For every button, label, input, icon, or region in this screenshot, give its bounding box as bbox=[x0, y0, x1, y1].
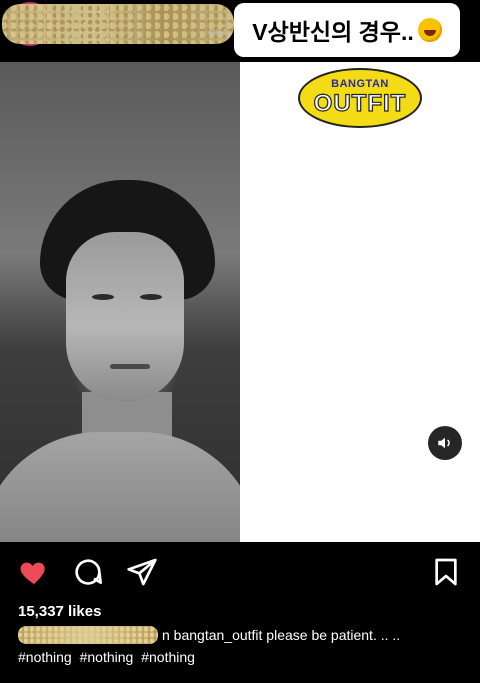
bookmark-icon bbox=[435, 558, 457, 586]
like-button[interactable] bbox=[18, 556, 50, 588]
blurred-username bbox=[2, 4, 234, 44]
blank-panel bbox=[240, 62, 480, 542]
photo-mouth bbox=[110, 364, 150, 369]
photo-eye-left bbox=[92, 294, 114, 300]
post-caption: n bangtan_outfit please be patient. .. .… bbox=[18, 626, 400, 644]
comment-button[interactable] bbox=[72, 556, 104, 588]
portrait-photo bbox=[0, 62, 240, 542]
blurred-caption-username bbox=[18, 626, 158, 644]
post-header: OLA V상반신의 경우.. bbox=[0, 0, 480, 62]
post-media[interactable] bbox=[0, 62, 480, 542]
hashtag-link[interactable]: #nothing bbox=[80, 649, 134, 665]
paper-plane-icon bbox=[127, 558, 157, 586]
likes-count[interactable]: 15,337 likes bbox=[18, 603, 101, 620]
comment-icon bbox=[75, 559, 102, 585]
logo-bottom-text: OUTFIT bbox=[313, 89, 407, 117]
save-button[interactable] bbox=[430, 556, 462, 588]
hashtag-list: #nothing #nothing #nothing bbox=[18, 649, 199, 665]
photo-eye-right bbox=[140, 294, 162, 300]
overlay-caption-text: V상반신의 경우.. bbox=[252, 19, 414, 45]
bangtan-outfit-logo: BANGTAN OUTFIT bbox=[298, 68, 422, 128]
logo-top-text: BANGTAN bbox=[331, 78, 389, 90]
overlay-caption-bubble: V상반신의 경우.. bbox=[234, 3, 460, 57]
speaker-icon bbox=[438, 437, 450, 449]
caption-text: n bangtan_outfit please be patient. .. .… bbox=[162, 627, 401, 643]
hashtag-link[interactable]: #nothing bbox=[141, 649, 195, 665]
photo-shoulders bbox=[0, 432, 240, 542]
rolling-on-floor-laughing-icon bbox=[417, 18, 442, 42]
share-button[interactable] bbox=[126, 556, 158, 588]
sound-toggle-button[interactable] bbox=[428, 426, 462, 460]
username-tail: OLA bbox=[208, 28, 229, 39]
action-bar bbox=[0, 550, 480, 594]
photo-face bbox=[66, 232, 184, 402]
hashtag-link[interactable]: #nothing bbox=[18, 649, 72, 665]
heart-filled-icon bbox=[20, 562, 45, 584]
